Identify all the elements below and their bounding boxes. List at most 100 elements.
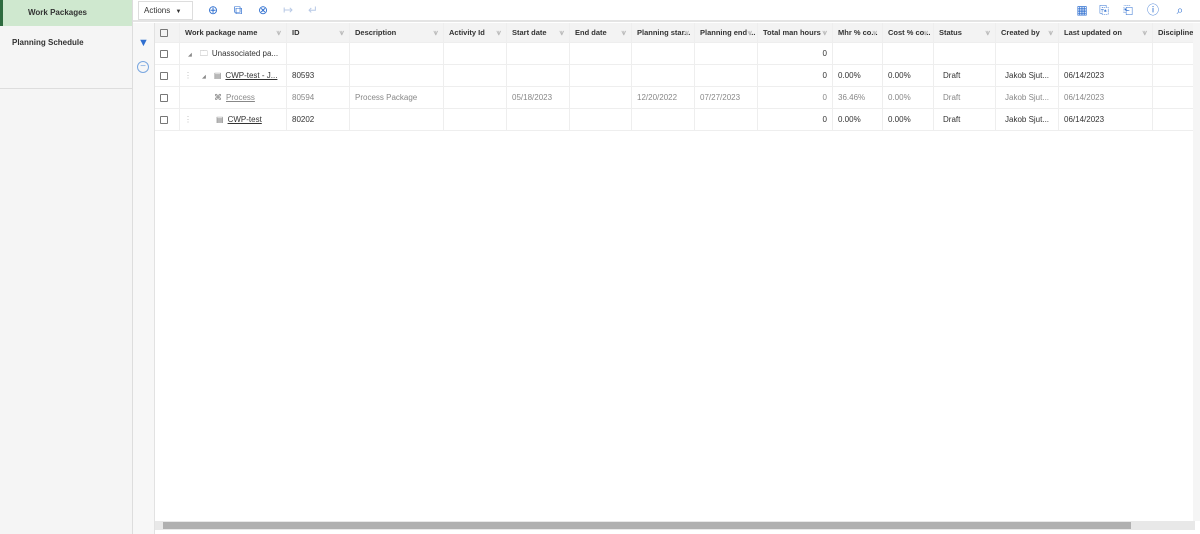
outdent-icon[interactable]: ↵ bbox=[306, 3, 320, 17]
column-filter-icon[interactable]: ⩛ bbox=[684, 23, 689, 42]
grid-icon[interactable]: ▦ bbox=[1075, 3, 1089, 17]
cell-updated: 06/14/2023 bbox=[1059, 65, 1153, 86]
expand-arrow-icon[interactable]: ◢ bbox=[202, 74, 206, 80]
table-row[interactable]: ⋮ ▤ CWP-test 80202 0 0.00% 0.00% Draft Jakob Sju… bbox=[155, 109, 1195, 131]
column-header[interactable]: Total man hours ⩛ bbox=[758, 23, 833, 42]
column-header-label: Planning star... bbox=[637, 28, 691, 37]
column-filter-icon[interactable]: ⩛ bbox=[1142, 23, 1147, 42]
column-filter-icon[interactable]: ⩛ bbox=[496, 23, 501, 42]
column-header[interactable]: Planning end ... ⩛ bbox=[695, 23, 758, 42]
cell-value: 36.46% bbox=[838, 93, 866, 102]
work-package-name[interactable]: CWP-test bbox=[228, 115, 262, 124]
scrollbar-thumb[interactable] bbox=[163, 522, 1131, 529]
column-header[interactable]: Status ⩛ bbox=[934, 23, 996, 42]
horizontal-scrollbar[interactable] bbox=[155, 521, 1195, 530]
cell-value: 06/14/2023 bbox=[1064, 71, 1105, 80]
expand-arrow-icon[interactable]: ◢ bbox=[188, 52, 192, 58]
cell-value: Jakob Sjut... bbox=[1005, 115, 1050, 124]
column-header-label: Activity Id bbox=[449, 28, 485, 37]
sidebar-item-planning-schedule[interactable]: Planning Schedule bbox=[0, 30, 132, 56]
column-filter-icon[interactable]: ⩛ bbox=[985, 23, 990, 42]
cell-value: 80594 bbox=[292, 93, 315, 102]
column-header[interactable]: Start date ⩛ bbox=[507, 23, 570, 42]
column-header[interactable]: Discipline bbox=[1153, 23, 1195, 42]
table-row[interactable]: ⋮ ◢ ▤ CWP-test - J... 80593 0 0.00% 0.00% Draft J… bbox=[155, 65, 1195, 87]
process-icon: ⌘ bbox=[214, 93, 222, 102]
select-all-checkbox[interactable] bbox=[160, 29, 168, 38]
column-filter-icon[interactable]: ⩛ bbox=[872, 23, 877, 42]
cell-value: 80593 bbox=[292, 71, 315, 80]
cell-mhr: 0.00% bbox=[833, 65, 883, 86]
cell-created: Jakob Sjut... bbox=[996, 87, 1059, 108]
column-header-label: End date bbox=[575, 28, 607, 37]
cell-discipline bbox=[1153, 87, 1195, 108]
column-filter-icon[interactable]: ⩛ bbox=[923, 23, 928, 42]
actions-dropdown[interactable]: Actions ▼ bbox=[138, 1, 193, 20]
row-checkbox[interactable] bbox=[160, 71, 168, 80]
delete-circle-icon[interactable]: ⊗ bbox=[256, 3, 270, 17]
column-header[interactable]: Last updated on ⩛ bbox=[1059, 23, 1153, 42]
work-package-name[interactable]: Process bbox=[226, 93, 255, 102]
row-select-cell bbox=[155, 87, 180, 108]
row-checkbox[interactable] bbox=[160, 93, 168, 102]
cell-discipline bbox=[1153, 109, 1195, 130]
column-filter-icon[interactable]: ⩛ bbox=[822, 23, 827, 42]
cell-updated: 06/14/2023 bbox=[1059, 87, 1153, 108]
work-package-name[interactable]: CWP-test - J... bbox=[225, 71, 277, 80]
cell-end bbox=[570, 109, 632, 130]
table-row[interactable]: ⌘ Process 80594 Process Package 05/18/2023 12… bbox=[155, 87, 1195, 109]
drag-handle-icon[interactable]: ⋮ bbox=[184, 115, 192, 124]
column-header[interactable]: Work package name ⩛ bbox=[180, 23, 287, 42]
column-header-label: ID bbox=[292, 28, 300, 37]
indent-icon[interactable]: ↦ bbox=[281, 3, 295, 17]
cell-value: 80202 bbox=[292, 115, 315, 124]
cell-name: ⌘ Process bbox=[180, 87, 287, 108]
collapse-all-icon[interactable]: − bbox=[137, 61, 149, 73]
cell-activity bbox=[444, 43, 507, 64]
cell-value: 05/18/2023 bbox=[512, 93, 553, 102]
column-header[interactable]: ID ⩛ bbox=[287, 23, 350, 42]
document-icon: ▤ bbox=[216, 115, 224, 124]
column-header[interactable]: Created by ⩛ bbox=[996, 23, 1059, 42]
cell-end bbox=[570, 65, 632, 86]
table-row[interactable]: ◢ 🗀 Unassociated pa... 0 bbox=[155, 43, 1195, 65]
sidebar-item-work-packages[interactable]: Work Packages bbox=[0, 0, 132, 26]
row-checkbox[interactable] bbox=[160, 115, 168, 124]
cell-updated: 06/14/2023 bbox=[1059, 109, 1153, 130]
column-filter-icon[interactable]: ⩛ bbox=[747, 23, 752, 42]
cell-value: 07/27/2023 bbox=[700, 93, 741, 102]
cell-start: 05/18/2023 bbox=[507, 87, 570, 108]
search-icon[interactable]: ⌕ bbox=[1173, 3, 1187, 17]
column-filter-icon[interactable]: ⩛ bbox=[559, 23, 564, 42]
row-select-cell bbox=[155, 43, 180, 64]
cell-value: 0.00% bbox=[888, 71, 911, 80]
column-header[interactable]: Cost % co... ⩛ bbox=[883, 23, 934, 42]
chevron-down-icon: ▼ bbox=[175, 9, 182, 15]
row-checkbox[interactable] bbox=[160, 49, 168, 58]
export-icon[interactable]: ⎘ bbox=[1097, 3, 1111, 17]
column-filter-icon[interactable]: ⩛ bbox=[1048, 23, 1053, 42]
column-header[interactable]: Mhr % co... ⩛ bbox=[833, 23, 883, 42]
column-header[interactable]: End date ⩛ bbox=[570, 23, 632, 42]
column-header[interactable]: Description ⩛ bbox=[350, 23, 444, 42]
column-header[interactable]: Activity Id ⩛ bbox=[444, 23, 507, 42]
import-icon[interactable]: ⎗ bbox=[1121, 3, 1135, 17]
cell-value: 06/14/2023 bbox=[1064, 93, 1105, 102]
cell-hours: 0 bbox=[758, 65, 833, 86]
column-filter-icon[interactable]: ⩛ bbox=[276, 23, 281, 42]
cell-name: ◢ 🗀 Unassociated pa... bbox=[180, 43, 287, 64]
column-filter-icon[interactable]: ⩛ bbox=[433, 23, 438, 42]
filter-icon[interactable]: ▼ bbox=[138, 37, 149, 49]
cell-value: Jakob Sjut... bbox=[1005, 93, 1050, 102]
column-header[interactable]: Planning star... ⩛ bbox=[632, 23, 695, 42]
vertical-scrollbar[interactable] bbox=[1193, 23, 1200, 521]
add-circle-icon[interactable]: ⊕ bbox=[206, 3, 220, 17]
cell-cost: 0.00% bbox=[883, 109, 934, 130]
cell-value: 0 bbox=[822, 49, 827, 58]
info-icon[interactable]: ⓘ bbox=[1146, 3, 1160, 17]
drag-handle-icon[interactable]: ⋮ bbox=[184, 71, 192, 80]
column-filter-icon[interactable]: ⩛ bbox=[621, 23, 626, 42]
column-filter-icon[interactable]: ⩛ bbox=[339, 23, 344, 42]
cell-hours: 0 bbox=[758, 87, 833, 108]
copy-icon[interactable]: ⧉ bbox=[231, 3, 245, 17]
